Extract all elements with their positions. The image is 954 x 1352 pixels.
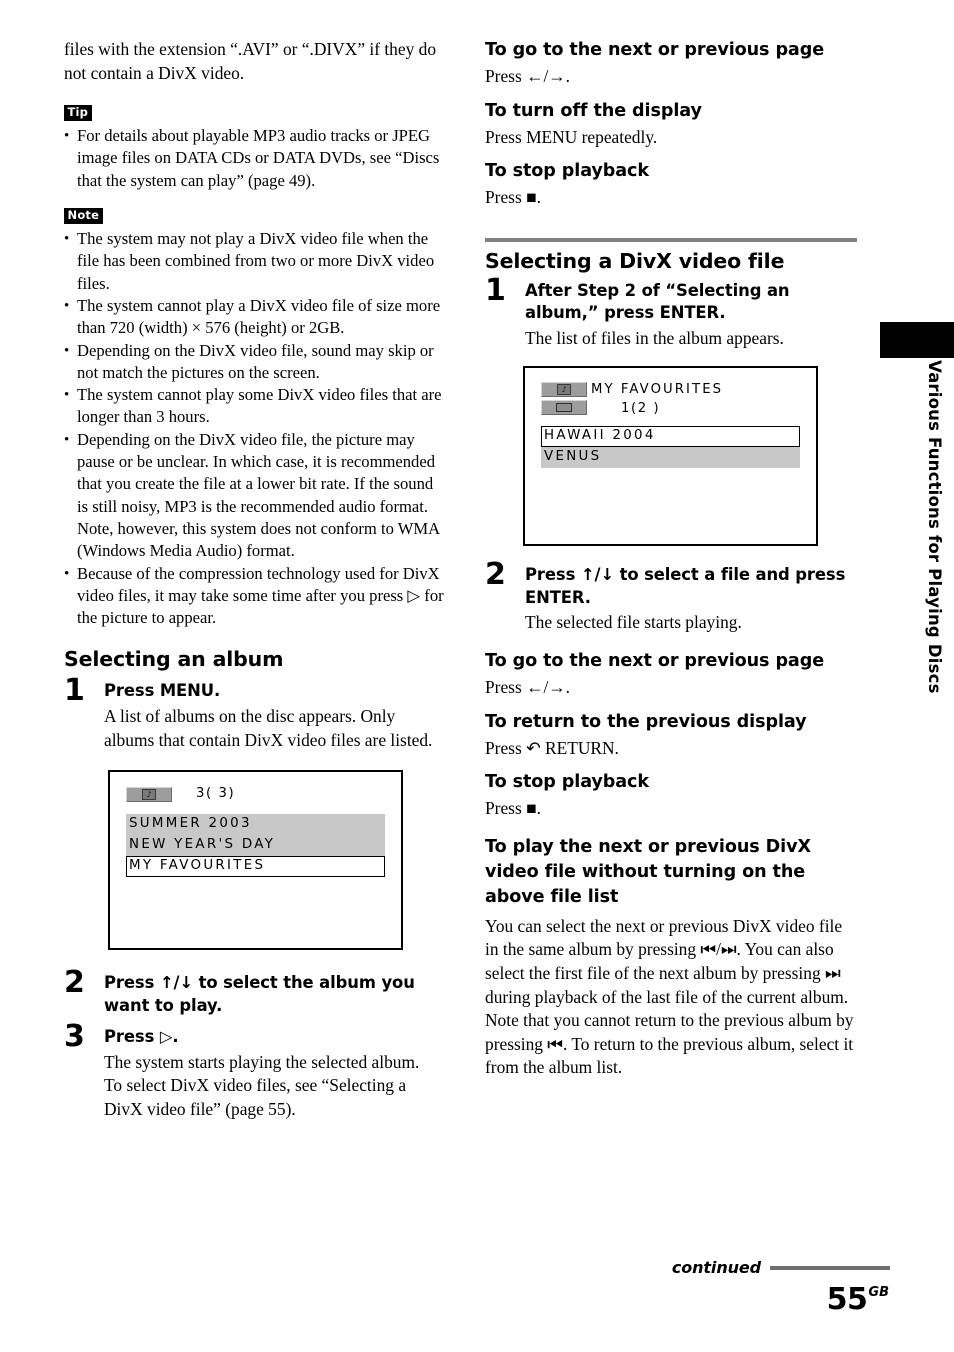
subheading-play-next-previous-divx: To play the next or previous DivX video … xyxy=(485,836,811,907)
album-row-selected[interactable]: MY FAVOURITES xyxy=(126,856,385,878)
chapter-tab-label: Various Functions for Playing Discs xyxy=(925,360,944,694)
list-item: Because of the compression technology us… xyxy=(64,563,446,630)
body-next-previous-page-top: Press ←/→. xyxy=(485,66,571,86)
list-item: For details about playable MP3 audio tra… xyxy=(64,125,446,192)
list-item: The system cannot play a DivX video file… xyxy=(64,295,446,340)
step-description: The system starts playing the selected a… xyxy=(104,1051,420,1119)
file-list-screen: ♪ MY FAVOURITES 1(2 ) HAWAII 2004 VENUS xyxy=(523,366,818,547)
subheading-turn-off-display: To turn off the display xyxy=(485,100,702,121)
step-description: The selected file starts playing. xyxy=(525,612,742,633)
list-item: Depending on the DivX video file, the pi… xyxy=(64,429,446,563)
step-lead: Press ▷. xyxy=(104,1027,179,1047)
body-next-previous-page-bottom: Press ←/→. xyxy=(485,676,571,697)
step-description: A list of albums on the disc appears. On… xyxy=(104,705,433,750)
album-rows: SUMMER 2003 NEW YEAR'S DAY MY FAVOURITES xyxy=(126,814,385,878)
tip-list: For details about playable MP3 audio tra… xyxy=(64,125,446,192)
album-counter: 3( 3) xyxy=(196,786,236,802)
subheading-stop-playback-bottom: To stop playback xyxy=(485,772,649,793)
step-lead: Press ↑/↓ to select the album you want t… xyxy=(104,973,415,1015)
list-item: Depending on the DivX video file, sound … xyxy=(64,340,446,385)
body-return-previous-display: Press ↶ RETURN. xyxy=(485,737,619,758)
album-list-screen: ♪ 3( 3) SUMMER 2003 NEW YEAR'S DAY MY FA… xyxy=(108,770,403,951)
continued-label: continued xyxy=(671,1258,761,1277)
subheading-return-previous-display: To return to the previous display xyxy=(485,711,807,732)
note-block: Note The system may not play a DivX vide… xyxy=(64,206,446,629)
step-3: 3 Press ▷. The system starts playing the… xyxy=(64,1022,446,1121)
album-row[interactable]: NEW YEAR'S DAY xyxy=(126,835,385,857)
step-2: 2 Press ↑/↓ to select a file and press E… xyxy=(485,560,857,635)
list-item: The system may not play a DivX video fil… xyxy=(64,228,446,295)
subheading-next-previous-page-bottom: To go to the next or previous page xyxy=(485,650,825,671)
album-row[interactable]: SUMMER 2003 xyxy=(126,814,385,836)
step-1: 1 After Step 2 of “Selecting an album,” … xyxy=(485,275,857,351)
page-region-suffix: GB xyxy=(868,1285,889,1300)
file-screen-header: ♪ MY FAVOURITES 1(2 ) xyxy=(541,382,800,416)
intro-paragraph: files with the extension “.AVI” or “.DIV… xyxy=(64,39,437,83)
step-2: 2 Press ↑/↓ to select the album you want… xyxy=(64,968,446,1017)
file-row[interactable]: VENUS xyxy=(541,447,800,469)
body-stop-playback-top: Press ■. xyxy=(485,187,541,208)
right-column: To go to the next or previous page Press… xyxy=(485,38,857,1080)
album-icon-glyph: ♪ xyxy=(142,789,156,801)
note-badge: Note xyxy=(64,207,103,224)
album-screen-header: ♪ 3( 3) xyxy=(126,786,385,803)
film-icon xyxy=(541,400,587,416)
note-list: The system may not play a DivX video fil… xyxy=(64,228,446,629)
file-rows: HAWAII 2004 VENUS xyxy=(541,426,800,469)
chapter-tab-marker xyxy=(880,322,954,358)
file-screen-album-title: MY FAVOURITES xyxy=(591,382,724,398)
section-divider xyxy=(485,237,857,242)
step-lead: After Step 2 of “Selecting an album,” pr… xyxy=(525,280,790,323)
page-footer: continued 55 GB xyxy=(490,1242,890,1352)
continued-marker: continued xyxy=(490,1258,890,1277)
tip-badge: Tip xyxy=(64,104,92,121)
step-lead: Press MENU. xyxy=(104,681,221,701)
step-number: 2 xyxy=(485,557,506,593)
film-icon-glyph xyxy=(556,403,572,413)
list-item: The system cannot play some DivX video f… xyxy=(64,384,446,429)
page-number-block: 55 GB xyxy=(827,1285,889,1315)
section-heading-selecting-an-album: Selecting an album xyxy=(64,647,284,672)
tip-block: Tip For details about playable MP3 audio… xyxy=(64,103,446,192)
album-icon: ♪ xyxy=(541,382,587,398)
step-number: 3 xyxy=(64,1019,85,1055)
file-row-selected[interactable]: HAWAII 2004 xyxy=(541,426,800,448)
section-heading-selecting-divx-file: Selecting a DivX video file xyxy=(485,248,785,273)
step-number: 1 xyxy=(64,673,85,709)
step-description: The list of files in the album appears. xyxy=(525,327,784,348)
album-icon: ♪ xyxy=(126,787,172,803)
subheading-next-previous-page-top: To go to the next or previous page xyxy=(485,40,825,60)
left-column: files with the extension “.AVI” or “.DIV… xyxy=(64,38,446,1121)
manual-page: files with the extension “.AVI” or “.DIV… xyxy=(0,0,954,1352)
step-1: 1 Press MENU. A list of albums on the di… xyxy=(64,676,446,752)
step-number: 2 xyxy=(64,965,85,1001)
file-counter: 1(2 ) xyxy=(621,401,661,417)
subheading-stop-playback-top: To stop playback xyxy=(485,161,649,182)
body-turn-off-display: Press MENU repeatedly. xyxy=(485,126,658,147)
page-number: 55 xyxy=(826,1282,868,1317)
body-play-next-previous-divx: You can select the next or previous DivX… xyxy=(485,915,854,1078)
step-lead: Press ↑/↓ to select a file and press ENT… xyxy=(525,565,846,607)
step-number: 1 xyxy=(485,272,506,308)
continued-rule xyxy=(770,1265,890,1270)
body-stop-playback-bottom: Press ■. xyxy=(485,798,541,819)
album-icon-glyph: ♪ xyxy=(557,384,571,396)
